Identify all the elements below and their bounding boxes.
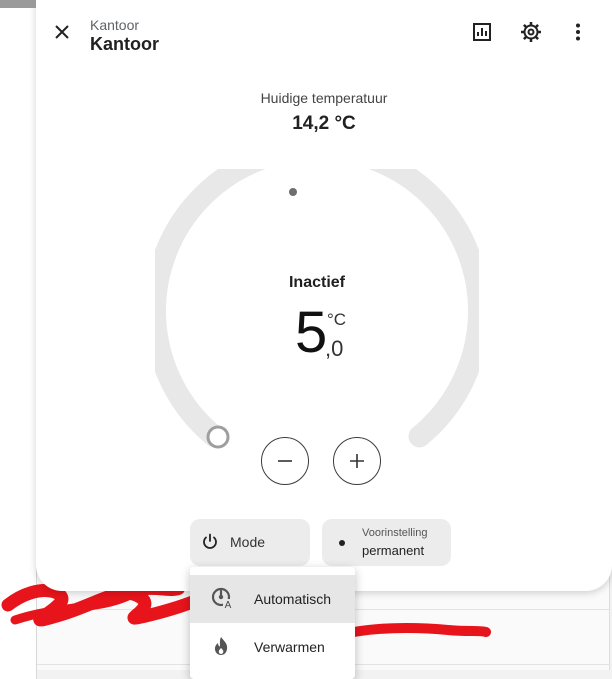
preset-sublabel: Voorinstelling — [362, 527, 428, 539]
mode-dropdown-menu: A Automatisch Verwarmen — [190, 567, 355, 679]
close-icon — [55, 25, 69, 39]
chart-icon — [473, 23, 491, 41]
power-icon — [203, 533, 217, 549]
thermostat-dialog: Kantoor Kantoor Huidige temperatuur 14,2… — [0, 0, 612, 591]
menu-item-label: Automatisch — [254, 591, 332, 607]
dialog-title: Kantoor — [90, 34, 159, 54]
minus-icon — [278, 460, 292, 462]
menu-item-label: Verwarmen — [254, 639, 325, 655]
target-handle — [206, 425, 230, 449]
current-temperature-label: Huidige temperatuur — [260, 90, 388, 106]
temperature-dial[interactable]: Inactief 5 °C ,0 — [155, 169, 479, 459]
more-vertical-icon — [576, 23, 580, 41]
settings-button[interactable] — [519, 20, 543, 44]
more-options-button[interactable] — [566, 20, 590, 44]
decrease-button[interactable] — [261, 437, 309, 485]
target-temperature-unit: °C — [327, 310, 347, 329]
dialog-subtitle: Kantoor — [90, 17, 140, 33]
preset-dot-icon — [339, 540, 345, 546]
gear-icon — [521, 22, 541, 42]
target-temperature-decimal: ,0 — [325, 336, 344, 361]
history-button[interactable] — [470, 20, 494, 44]
mode-label: Mode — [230, 534, 266, 550]
target-temperature-integer: 5 — [295, 300, 328, 365]
plus-icon — [350, 454, 364, 468]
menu-item-automatisch[interactable]: A Automatisch — [190, 575, 355, 623]
current-temperature-marker — [289, 188, 297, 196]
menu-item-verwarmen[interactable]: Verwarmen — [190, 623, 355, 671]
hvac-state: Inactief — [288, 274, 345, 291]
preset-value: permanent — [362, 543, 425, 558]
current-temperature-value: 14,2 °C — [292, 113, 356, 134]
preset-select[interactable]: Voorinstelling permanent — [322, 519, 451, 566]
close-button[interactable] — [50, 20, 74, 44]
fire-icon — [214, 637, 228, 655]
mode-select[interactable]: Mode — [190, 519, 310, 566]
svg-text:A: A — [225, 600, 232, 609]
thermostat-auto-icon: A — [211, 587, 233, 609]
increase-button[interactable] — [333, 437, 381, 485]
